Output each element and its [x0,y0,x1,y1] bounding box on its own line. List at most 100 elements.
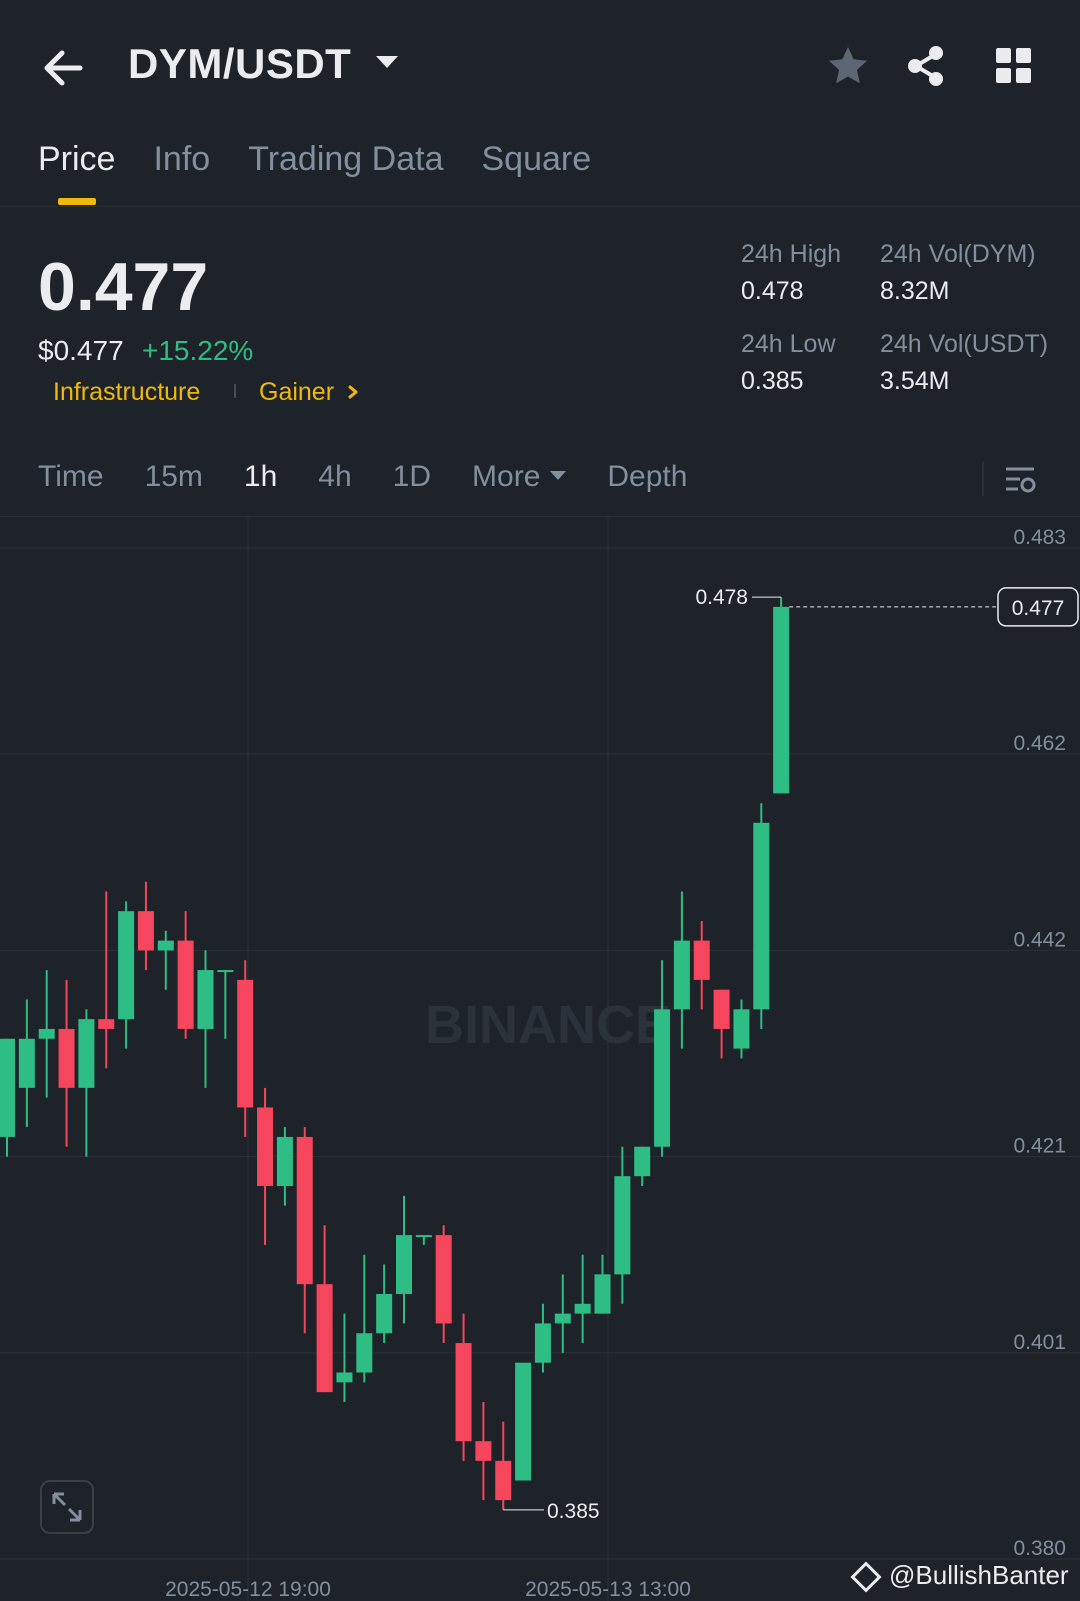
chevron-right-icon[interactable] [346,378,362,413]
pair-title[interactable]: DYM/USDT [128,40,351,88]
candle-body [237,979,254,1108]
binance-logo-icon [850,1561,882,1593]
candle-body [495,1460,512,1501]
candle-body [137,911,154,951]
candle-body [336,1372,353,1383]
candle-body [157,940,174,951]
divider [982,462,984,496]
candle-body [296,1136,313,1285]
candle-body [376,1293,393,1334]
candle-body [773,606,790,794]
source-watermark: @BullishBanter [850,1560,1069,1593]
chart-settings-icon [1006,467,1036,493]
price-change-percent: +15.22% [142,335,254,366]
tab-bar: Price Info Trading Data Square [38,140,629,184]
candle-body [217,970,234,973]
candle-body [475,1441,492,1461]
interval-bar: Time 15m 1h 4h 1D More Depth [38,460,728,494]
candle-body [177,940,194,1029]
back-arrow-icon [44,50,83,86]
candle-body [455,1343,472,1442]
grid-icon [996,48,1031,83]
active-tab-indicator [58,198,96,205]
depth-tab[interactable]: Depth [607,460,687,494]
y-tick-label: 0.483 [1013,526,1066,549]
candle-body [58,1028,75,1088]
candle-body [654,1009,671,1147]
last-price: 0.477 [38,249,209,325]
interval-4h[interactable]: 4h [318,460,351,494]
candle-body [435,1235,452,1324]
high-label: 24h High [741,240,842,268]
fullscreen-button[interactable] [40,1480,94,1534]
more-label: More [472,460,541,493]
chevron-down-icon[interactable] [376,56,398,68]
tab-square[interactable]: Square [481,140,591,184]
candle-body [197,970,214,1029]
tab-trading-data[interactable]: Trading Data [248,140,443,184]
x-tick-label: 2025-05-13 13:00 [525,1578,691,1601]
candle-body [634,1146,651,1177]
candle-body [554,1313,571,1324]
candle-body [276,1136,293,1187]
candlestick-chart[interactable]: 0.483 0.462 0.442 0.421 0.401 0.380 2025-05-12… [0,517,1080,1601]
category-tag[interactable]: Infrastructure [53,378,200,407]
candle-body [98,1019,115,1029]
candle-body [257,1107,274,1187]
favorite-button[interactable] [826,44,870,88]
low-label: 24h Low [741,330,836,358]
candle-body [18,1038,35,1088]
low-marker-label: 0.385 [547,1500,600,1523]
candle-body [356,1333,373,1373]
y-tick-label: 0.421 [1013,1135,1066,1158]
tag-separator [234,384,236,398]
candle-body [38,1028,55,1039]
interval-time[interactable]: Time [38,460,104,494]
interval-more[interactable]: More [472,460,567,494]
divider [0,206,1080,207]
tab-price[interactable]: Price [38,140,115,184]
volume-quote-value: 3.54M [880,367,950,395]
y-tick-label: 0.401 [1013,1331,1066,1354]
candle-body [515,1362,532,1481]
y-tick-label: 0.442 [1013,928,1066,951]
layout-grid-button[interactable] [994,46,1034,86]
caret-down-icon [550,470,567,480]
chart-watermark: BINANCE [425,995,671,1055]
y-tick-label: 0.380 [1013,1537,1066,1560]
candle-body [0,1038,15,1137]
volume-quote-label: 24h Vol(USDT) [880,330,1049,358]
interval-1h[interactable]: 1h [244,460,277,494]
interval-1d[interactable]: 1D [393,460,431,494]
candle-body [614,1176,631,1275]
expand-icon [52,1492,82,1522]
tab-info[interactable]: Info [153,140,210,184]
candle-body [316,1284,333,1393]
candle-body [534,1323,551,1363]
y-tick-label: 0.462 [1013,732,1066,755]
candle-body [78,1019,95,1088]
high-marker-label: 0.478 [695,586,748,609]
candle-body [396,1235,412,1294]
candle-body [118,911,135,1020]
x-tick-label: 2025-05-12 19:00 [165,1578,331,1601]
candle-body [693,940,710,980]
candle-body [673,940,690,1010]
watermark-text: @BullishBanter [889,1560,1069,1590]
high-value: 0.478 [741,277,804,305]
star-icon [829,47,867,84]
candle-body [574,1303,591,1314]
gainer-tag[interactable]: Gainer [259,378,334,407]
candle-body [713,989,730,1029]
candle-body [594,1274,611,1314]
candle-body [415,1235,432,1238]
share-button[interactable] [904,44,948,88]
interval-15m[interactable]: 15m [145,460,203,494]
volume-base-label: 24h Vol(DYM) [880,240,1036,268]
back-button[interactable] [36,40,92,96]
current-price-label: 0.477 [1012,597,1065,620]
candle-body [753,822,770,1010]
chart-settings-button[interactable] [1000,460,1040,500]
usd-price: $0.477 [38,335,124,366]
share-icon [908,46,943,86]
